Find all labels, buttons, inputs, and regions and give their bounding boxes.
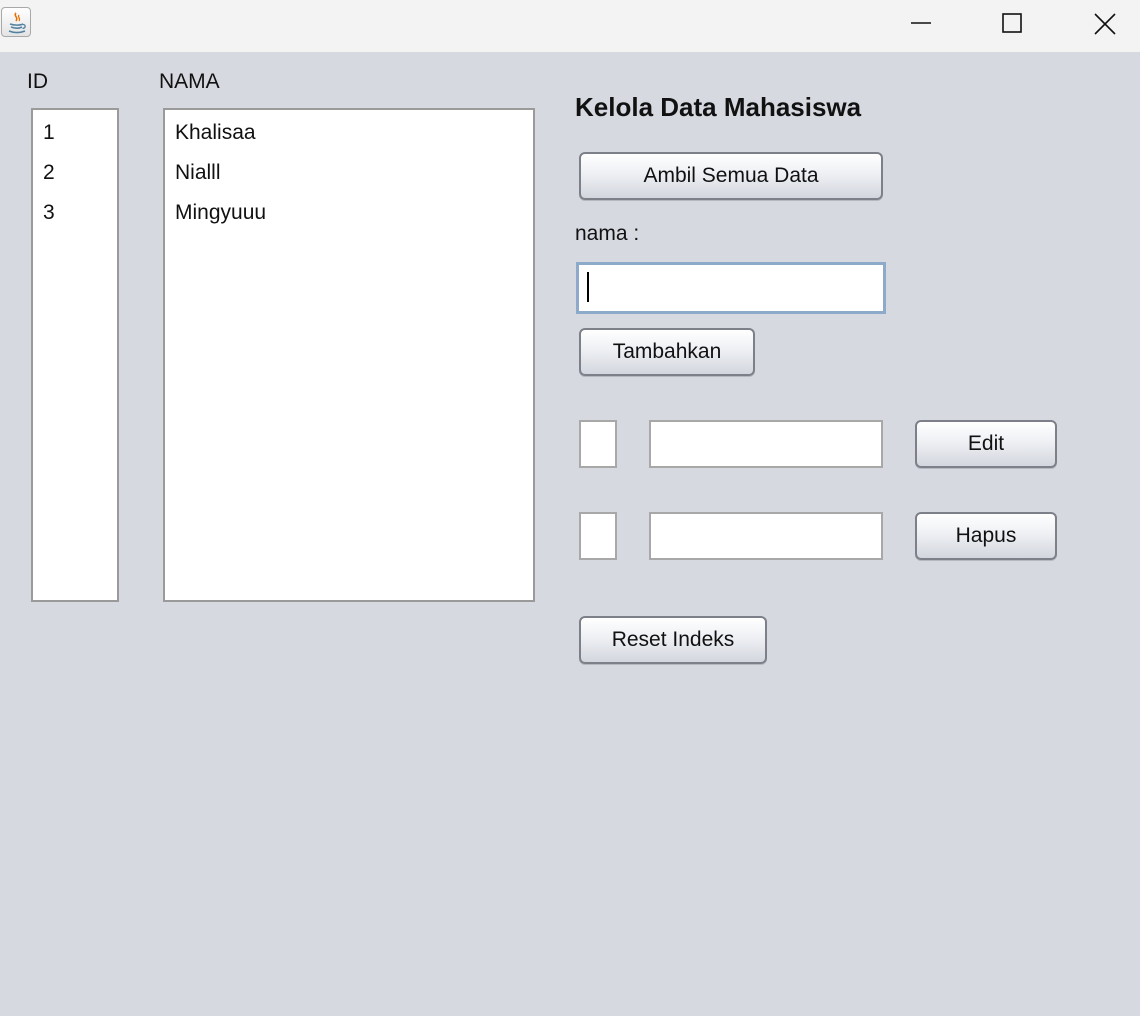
close-button[interactable] bbox=[1058, 0, 1140, 46]
tambahkan-button[interactable]: Tambahkan bbox=[579, 328, 755, 376]
java-icon[interactable] bbox=[1, 7, 31, 37]
list-item[interactable]: 1 bbox=[33, 120, 117, 160]
nama-input[interactable] bbox=[576, 262, 886, 314]
maximize-icon bbox=[1002, 13, 1022, 33]
nama-list[interactable]: Khalisaa Nialll Mingyuuu bbox=[163, 108, 535, 602]
ambil-semua-data-button[interactable]: Ambil Semua Data bbox=[579, 152, 883, 200]
id-list[interactable]: 1 2 3 bbox=[31, 108, 119, 602]
text-caret bbox=[587, 272, 589, 302]
hapus-button[interactable]: Hapus bbox=[915, 512, 1057, 560]
list-item[interactable]: 2 bbox=[33, 160, 117, 200]
reset-indeks-button[interactable]: Reset Indeks bbox=[579, 616, 767, 664]
list-item[interactable]: Mingyuuu bbox=[165, 200, 533, 240]
close-icon bbox=[1094, 13, 1116, 35]
edit-id-field[interactable] bbox=[579, 420, 617, 468]
list-item[interactable]: 3 bbox=[33, 200, 117, 240]
form-title: Kelola Data Mahasiswa bbox=[575, 92, 862, 122]
list-item[interactable]: Khalisaa bbox=[165, 120, 533, 160]
nama-label: nama : bbox=[575, 222, 640, 245]
minimize-button[interactable] bbox=[875, 0, 967, 46]
nama-column-header: NAMA bbox=[159, 70, 220, 93]
list-item[interactable]: Nialll bbox=[165, 160, 533, 200]
title-bar bbox=[0, 0, 1140, 52]
minimize-icon bbox=[911, 22, 931, 24]
app-window: ID NAMA 1 2 3 Khalisaa Nialll Mingyuuu K… bbox=[0, 0, 1140, 1016]
hapus-nama-field[interactable] bbox=[649, 512, 883, 560]
maximize-button[interactable] bbox=[966, 0, 1058, 46]
edit-nama-field[interactable] bbox=[649, 420, 883, 468]
hapus-id-field[interactable] bbox=[579, 512, 617, 560]
id-column-header: ID bbox=[27, 70, 48, 93]
edit-button[interactable]: Edit bbox=[915, 420, 1057, 468]
